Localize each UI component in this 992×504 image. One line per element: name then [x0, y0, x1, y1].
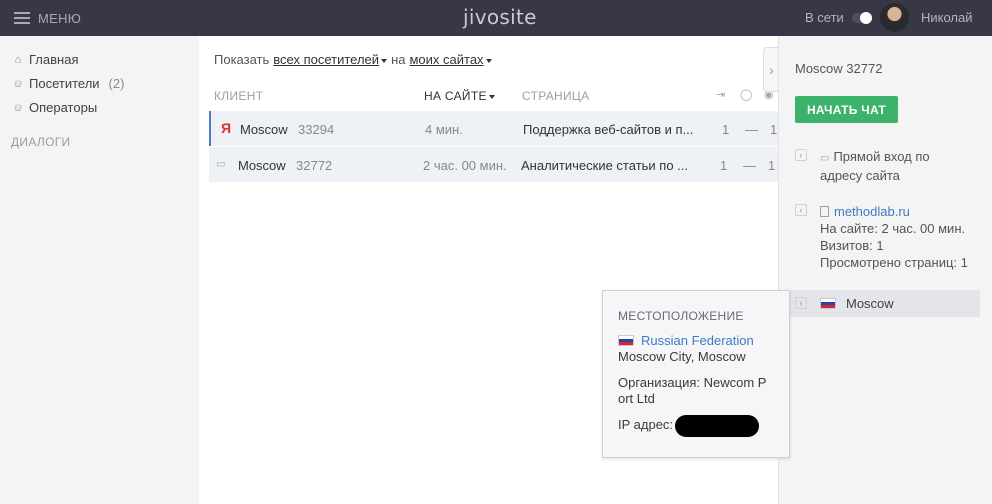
location-popup: МЕСТОПОЛОЖЕНИЕ Russian Federation Moscow… [602, 290, 790, 458]
column-header-client[interactable]: КЛИЕНТ [214, 89, 263, 103]
sort-down-icon [488, 94, 495, 99]
visitor-title: Moscow 32772 [795, 61, 883, 76]
avatar[interactable] [880, 3, 909, 32]
visitors-count: (2) [108, 76, 125, 91]
row-count-views: 1 [770, 122, 778, 137]
row-count-chats: — [743, 158, 756, 173]
users-icon: ☺ [12, 77, 24, 90]
sites-filter-value: моих сайтах [409, 52, 484, 67]
collapse-icon[interactable]: ‹ [795, 297, 807, 309]
row-count-pages: 1 [720, 158, 728, 173]
jivosite-logo: jivosite [463, 5, 537, 29]
row-count-chats: — [745, 122, 758, 137]
redacted-ip [675, 415, 759, 437]
row-time: 2 час. 00 мин. [423, 158, 507, 173]
organization-line-1: Организация: Newcom P [618, 375, 767, 390]
user-icon: ☺ [12, 101, 24, 114]
popup-title: МЕСТОПОЛОЖЕНИЕ [618, 309, 744, 323]
row-page: Поддержка веб-сайтов и п... [523, 122, 694, 137]
home-icon: ⌂ [14, 53, 22, 66]
visitors-filter-dropdown[interactable]: всех посетителей [273, 52, 388, 67]
chevron-right-icon: › [769, 61, 774, 78]
site-info: ‹ methodlab.ru На сайте: 2 час. 00 мин. … [795, 203, 968, 271]
visitor-details-panel: Moscow 32772 НАЧАТЬ ЧАТ ‹ ▭ Прямой вход п… [778, 36, 992, 504]
hamburger-icon [14, 12, 30, 24]
sites-filter-dropdown[interactable]: моих сайтах [409, 52, 492, 67]
online-status-label: В сети [805, 10, 844, 25]
online-toggle[interactable] [851, 11, 872, 24]
menu-label: МЕНЮ [38, 10, 82, 26]
menu-button[interactable]: МЕНЮ [14, 9, 81, 27]
column-header-time-on-site[interactable]: НА САЙТЕ [424, 89, 495, 103]
referrer-info: ‹ ▭ Прямой вход по адресу сайта [795, 148, 930, 184]
filter-bar: Показать всех посетителей на моих сайтах [214, 52, 492, 67]
organization-line-2: ort Ltd [618, 391, 655, 406]
direct-entry-icon: ▭ [820, 153, 830, 164]
row-city: Moscow [240, 122, 288, 137]
table-row[interactable]: ▭ Moscow 32772 2 час. 00 мин. Аналитичес… [209, 147, 778, 182]
column-header-label: НА САЙТЕ [424, 89, 487, 103]
chat-bubble-icon: ◯ [740, 89, 753, 101]
row-count-views: 1 [768, 158, 776, 173]
time-on-site: На сайте: 2 час. 00 мин. [820, 221, 966, 236]
location-row[interactable]: ‹ Moscow [789, 290, 980, 317]
online-status: В сети [805, 10, 872, 25]
sidebar-item-label: Операторы [29, 100, 98, 115]
sidebar-item-label: Посетители [29, 76, 100, 91]
site-link[interactable]: methodlab.ru [834, 204, 910, 219]
row-visitor-id: 32772 [296, 158, 333, 173]
document-icon [820, 206, 829, 217]
table-row[interactable]: Я Moscow 33294 4 мин. Поддержка веб-сайт… [209, 111, 778, 146]
row-count-pages: 1 [722, 122, 730, 137]
top-bar: МЕНЮ jivosite В сети Николай [0, 0, 992, 36]
direct-entry-icon: ▭ [216, 159, 226, 170]
filter-on-label: на [391, 52, 406, 67]
ip-label: IP адрес: [618, 417, 674, 432]
row-city: Moscow [238, 158, 286, 173]
filter-show-label: Показать [214, 52, 270, 67]
chevron-down-icon [485, 58, 492, 63]
chevron-down-icon [381, 58, 388, 63]
pages-viewed: Просмотрено страниц: 1 [820, 255, 968, 270]
user-name[interactable]: Николай [921, 10, 973, 25]
visits-count: Визитов: 1 [820, 238, 884, 253]
location-city: Moscow [846, 296, 894, 311]
russia-flag-icon [820, 298, 836, 309]
country-link[interactable]: Russian Federation [641, 333, 754, 348]
sidebar-item-label: Главная [29, 52, 79, 67]
sidebar: ⌂ Главная ☺ Посетители (2) ☺ Операторы Д… [0, 36, 199, 504]
row-time: 4 мин. [425, 122, 463, 137]
sidebar-item-operators[interactable]: ☺ Операторы [12, 100, 97, 115]
sidebar-item-visitors[interactable]: ☺ Посетители (2) [12, 76, 124, 91]
visitors-filter-value: всех посетителей [273, 52, 380, 67]
city-region: Moscow City, Moscow [618, 349, 746, 364]
row-visitor-id: 33294 [298, 122, 335, 137]
collapse-icon[interactable]: ‹ [795, 204, 807, 216]
start-chat-button[interactable]: НАЧАТЬ ЧАТ [795, 96, 898, 123]
yandex-source-icon: Я [221, 120, 232, 136]
column-header-page[interactable]: СТРАНИЦА [522, 89, 589, 103]
dialogs-section-title: ДИАЛОГИ [11, 135, 71, 149]
collapse-icon[interactable]: ‹ [795, 149, 807, 161]
referrer-line-1: Прямой вход по [833, 149, 930, 164]
enter-icon: ⇥ [716, 89, 726, 101]
sidebar-item-home[interactable]: ⌂ Главная [12, 52, 79, 67]
russia-flag-icon [618, 335, 634, 346]
row-page: Аналитические статьи по ... [521, 158, 689, 173]
referrer-line-2: адресу сайта [820, 168, 900, 183]
